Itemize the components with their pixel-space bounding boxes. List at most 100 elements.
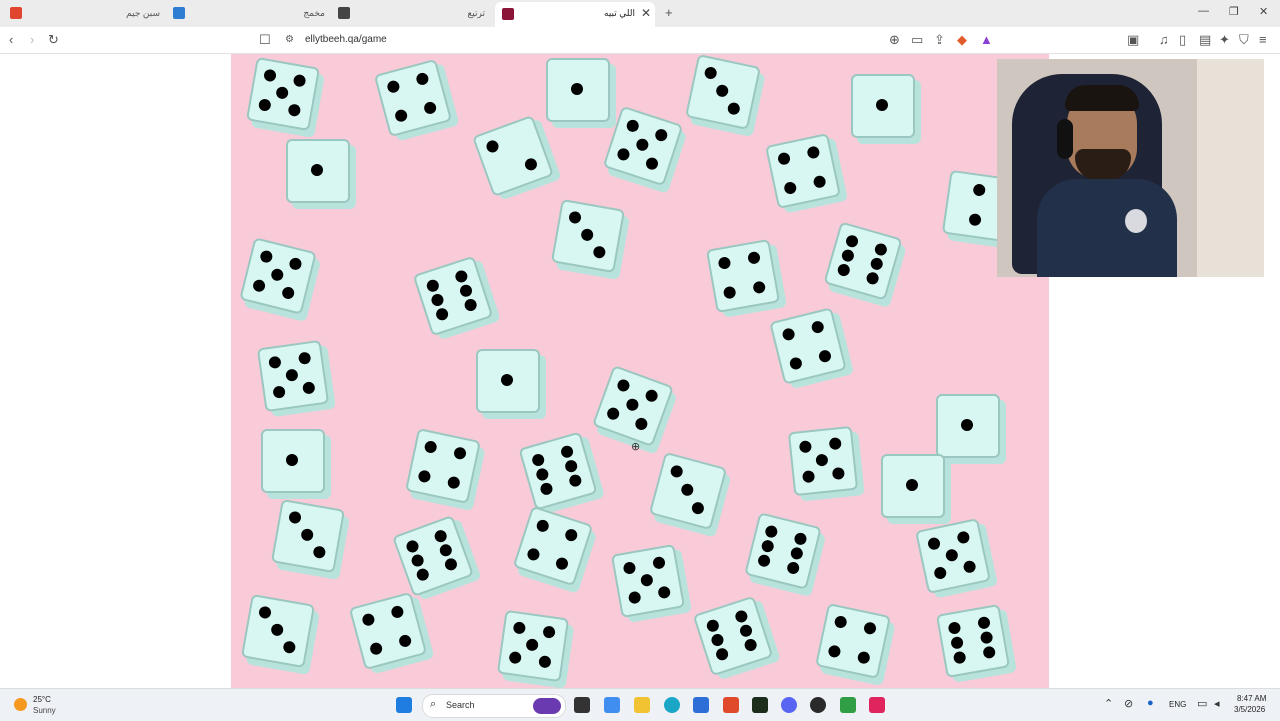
die[interactable] <box>476 349 540 413</box>
chevron-up-icon[interactable]: ⌃ <box>1104 697 1113 710</box>
network-off-icon[interactable]: ⊘ <box>1124 697 1133 710</box>
die[interactable] <box>705 238 781 314</box>
weather-temp[interactable]: 25°C <box>33 695 51 704</box>
close-tab-icon[interactable]: ✕ <box>641 6 651 20</box>
die[interactable] <box>936 394 1000 458</box>
tab-2[interactable]: مخمج <box>285 8 325 28</box>
share-icon[interactable]: ⇪ <box>934 32 945 48</box>
die[interactable] <box>602 105 684 187</box>
clock-time[interactable]: 8:47 AM <box>1237 694 1266 703</box>
xbox-icon[interactable] <box>840 697 856 713</box>
bookmark-icon[interactable]: ☐ <box>259 32 271 48</box>
die[interactable] <box>391 514 475 598</box>
pip <box>563 527 579 543</box>
pip <box>534 467 550 482</box>
die[interactable] <box>261 429 325 493</box>
die[interactable] <box>915 518 991 594</box>
die[interactable] <box>256 339 330 413</box>
die[interactable] <box>881 454 945 518</box>
die[interactable] <box>239 237 317 315</box>
rewards-icon[interactable]: ▲ <box>980 32 993 47</box>
pip <box>738 623 754 639</box>
discord-icon[interactable] <box>781 697 797 713</box>
die[interactable] <box>496 609 570 683</box>
die[interactable] <box>610 543 686 619</box>
die[interactable] <box>550 198 626 274</box>
display-icon[interactable]: ▭ <box>1197 697 1207 710</box>
die[interactable] <box>765 133 841 209</box>
weather-desc[interactable]: Sunny <box>33 706 56 715</box>
die[interactable] <box>348 591 428 671</box>
die[interactable] <box>245 56 321 132</box>
site-info-icon[interactable]: ⚙ <box>285 34 294 45</box>
die[interactable] <box>405 428 481 504</box>
maximize-button[interactable]: ❐ <box>1229 5 1239 18</box>
die[interactable] <box>787 425 859 497</box>
obs-icon[interactable] <box>810 697 826 713</box>
die[interactable] <box>685 54 761 130</box>
pip <box>962 559 977 574</box>
vpn-icon[interactable]: ⛉ <box>1239 32 1249 48</box>
die[interactable] <box>591 364 675 448</box>
die[interactable] <box>648 451 728 531</box>
pip <box>288 256 303 272</box>
new-tab-icon[interactable]: + <box>665 5 673 20</box>
language-indicator[interactable]: ENG <box>1169 700 1186 709</box>
ai-icon[interactable]: ✦ <box>1219 32 1230 48</box>
minimize-button[interactable]: — <box>1198 5 1209 17</box>
reload-icon[interactable]: ↻ <box>48 32 59 48</box>
tab-3[interactable]: ترتيع <box>445 8 485 28</box>
pip <box>722 285 737 300</box>
file-explorer-icon[interactable] <box>634 697 650 713</box>
dice-game-board[interactable]: ⊕ <box>231 54 1049 688</box>
menu-icon[interactable]: ≡ <box>1259 32 1267 47</box>
task-view-icon[interactable] <box>574 697 590 713</box>
zoom-icon[interactable]: ⊕ <box>889 32 900 48</box>
die[interactable] <box>412 255 494 337</box>
wallet-icon[interactable]: ▤ <box>1199 32 1211 48</box>
pip <box>535 518 551 534</box>
die[interactable] <box>815 603 891 679</box>
microphone-icon[interactable]: ● <box>1147 697 1154 709</box>
pip <box>865 270 881 286</box>
die[interactable] <box>935 603 1011 679</box>
die[interactable] <box>692 595 774 677</box>
store-icon[interactable] <box>693 697 709 713</box>
die[interactable] <box>851 74 915 138</box>
sidebar-icon[interactable]: ▣ <box>1127 32 1139 48</box>
die[interactable] <box>546 58 610 122</box>
die[interactable] <box>518 431 598 511</box>
tab-1[interactable]: سبن جيم <box>110 8 160 28</box>
die[interactable] <box>823 221 903 301</box>
tab-4[interactable]: اللي تبيه <box>565 8 635 28</box>
volume-icon[interactable]: ◂ <box>1214 697 1220 710</box>
address-field[interactable]: ellytbeeh.qa/game <box>305 34 387 45</box>
tab-active[interactable]: اللي تبيه ✕ <box>495 2 655 27</box>
die[interactable] <box>270 498 346 574</box>
die[interactable] <box>769 307 847 385</box>
forward-icon[interactable]: › <box>30 32 34 47</box>
search-box[interactable]: ⌕ Search <box>422 694 566 718</box>
die[interactable] <box>512 505 594 587</box>
copilot-icon[interactable] <box>604 697 620 713</box>
shield-icon[interactable]: ◆ <box>957 32 967 48</box>
die[interactable] <box>744 512 822 590</box>
browser-logo-icon[interactable] <box>10 7 22 19</box>
die[interactable] <box>471 114 555 198</box>
brave-icon[interactable] <box>723 697 739 713</box>
edge-icon[interactable] <box>664 697 680 713</box>
panel-icon[interactable]: ▯ <box>1179 32 1186 48</box>
pip <box>836 262 852 278</box>
die[interactable] <box>240 593 316 669</box>
tiktok-icon[interactable] <box>869 697 885 713</box>
start-icon[interactable] <box>396 697 412 713</box>
back-icon[interactable]: ‹ <box>9 32 13 47</box>
close-window-button[interactable]: ✕ <box>1259 5 1268 18</box>
cast-icon[interactable]: ▭ <box>911 32 923 48</box>
die[interactable] <box>286 139 350 203</box>
die[interactable] <box>373 58 453 138</box>
clock-date[interactable]: 3/5/2026 <box>1234 705 1265 714</box>
music-icon[interactable]: ♫ <box>1159 32 1169 47</box>
pip <box>463 297 479 313</box>
terminal-icon[interactable] <box>752 697 768 713</box>
